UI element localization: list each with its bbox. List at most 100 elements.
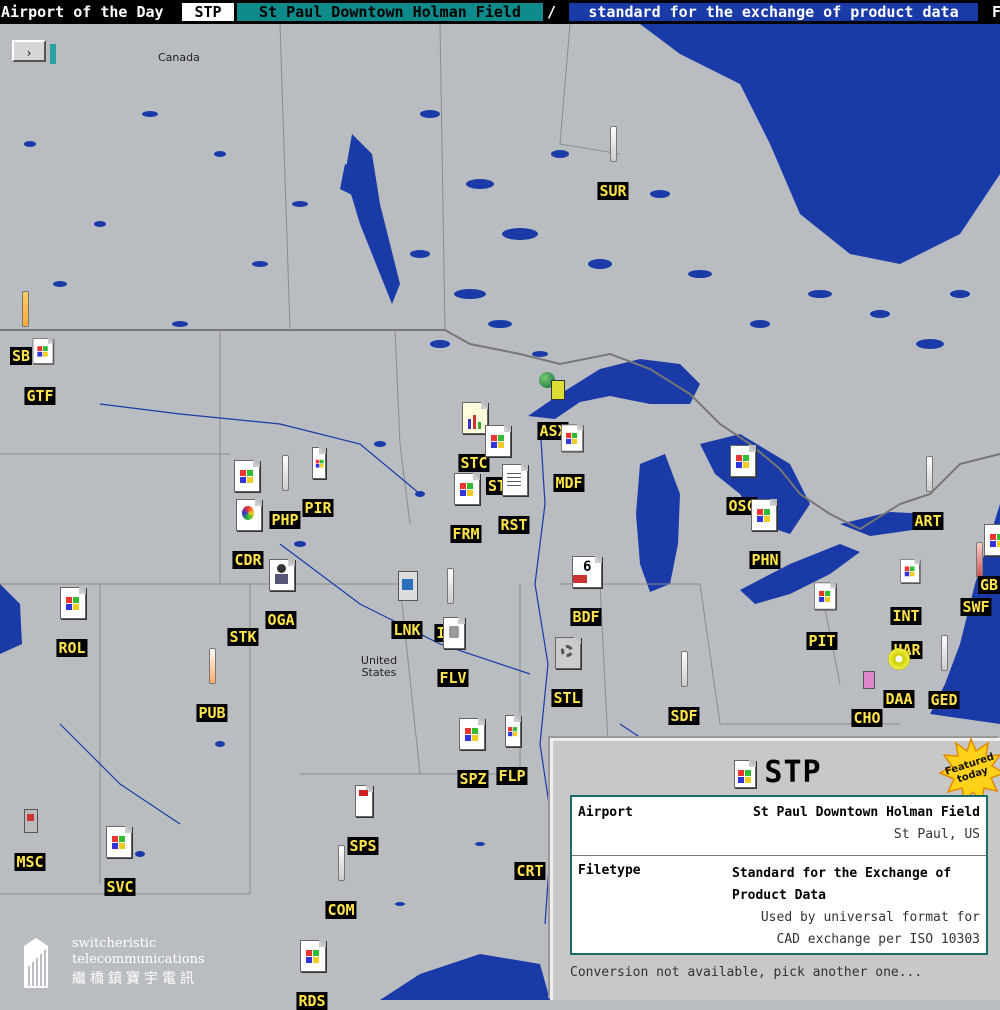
filetype-desc-line-1: Used by universal format for (760, 910, 980, 925)
disc-icon (888, 648, 910, 670)
airport-code-label[interactable]: INT (890, 607, 922, 625)
windows-file-icon (505, 715, 521, 747)
airport-code-label[interactable]: STK (227, 628, 259, 646)
airport-code-label[interactable]: RDS (296, 992, 328, 1010)
airport-code-label[interactable]: CHO (851, 709, 883, 727)
filetype-chip[interactable]: standard for the exchange of product dat… (569, 3, 978, 21)
airport-code-label[interactable]: ROL (56, 639, 88, 657)
filetype-desc-line-2: CAD exchange per ISO 10303 (776, 932, 981, 947)
windows-file-icon (32, 338, 54, 364)
airport-of-the-day-title: Airport of the Day (1, 3, 164, 21)
airport-code-label[interactable]: MSC (14, 853, 46, 871)
thin-file-icon (976, 542, 983, 578)
filetype-label: Filetype (578, 863, 641, 878)
airport-code-label[interactable]: DAA (883, 690, 915, 708)
file-icon (734, 759, 757, 788)
airport-code-label[interactable]: PIR (302, 499, 334, 517)
font-file-icon: 6 (572, 556, 602, 588)
windows-file-icon (751, 499, 777, 531)
collapse-panel-button[interactable]: › (12, 40, 56, 64)
airport-name-chip[interactable]: St Paul Downtown Holman Field (237, 3, 543, 21)
windows-file-icon (459, 718, 485, 750)
thin-file-icon (312, 447, 326, 479)
thin-file-icon (338, 845, 345, 881)
airport-code-label[interactable]: STL (551, 689, 583, 707)
windows-file-icon (454, 473, 480, 505)
airport-code-label[interactable]: GB (978, 576, 1000, 594)
airport-code-label[interactable]: FLP (496, 767, 528, 785)
person-file-icon (269, 559, 295, 591)
airport-code-label[interactable]: MDF (553, 474, 585, 492)
thin-file-icon (447, 568, 454, 604)
text-file-icon (502, 464, 528, 496)
conversion-status-text: Conversion not available, pick another o… (570, 965, 923, 980)
airport-code-label[interactable]: PUB (196, 704, 228, 722)
airport-info-panel: STP Featured today Airport St Paul Downt… (550, 737, 1000, 1000)
media-file-icon (443, 617, 465, 649)
airport-details-box: Airport St Paul Downtown Holman Field St… (570, 795, 988, 955)
united-states-label: United States (360, 654, 398, 679)
windows-file-icon (234, 460, 260, 492)
airport-code-label[interactable]: SWF (960, 598, 992, 616)
airport-code-label[interactable]: FLV (437, 669, 469, 687)
airport-code-label[interactable]: SVC (104, 878, 136, 896)
airport-code-label[interactable]: FRM (450, 525, 482, 543)
canada-label: Canada (158, 51, 200, 64)
airport-code-label[interactable]: CDR (232, 551, 264, 569)
windows-file-icon (485, 425, 511, 457)
red-file-icon (355, 785, 373, 817)
balloon-file-icon (236, 499, 262, 531)
tool-file-icon (24, 809, 38, 833)
windows-file-icon (300, 940, 326, 972)
airport-code-label[interactable]: OGA (265, 611, 297, 629)
airport-code-label[interactable]: GED (928, 691, 960, 709)
filetype-value-line-1: Standard for the Exchange of (732, 866, 952, 881)
thin-file-icon (22, 291, 29, 327)
thin-file-icon (941, 635, 948, 671)
thin-file-icon (282, 455, 289, 491)
airport-code-chip[interactable]: STP (182, 3, 234, 21)
thin-file-icon (926, 456, 933, 492)
thin-file-icon (681, 651, 688, 687)
windows-file-icon (984, 524, 1000, 556)
airport-code-label[interactable]: PHP (269, 511, 301, 529)
airport-code-label[interactable]: PHN (749, 551, 781, 569)
airport-code-label[interactable]: SPZ (457, 770, 489, 788)
thin-file-icon (209, 648, 216, 684)
windows-file-icon (106, 826, 132, 858)
airport-location-value: St Paul, US (893, 827, 980, 842)
windows-file-icon (560, 424, 584, 452)
shortcut-file-icon (398, 571, 418, 601)
gear-file-icon (555, 637, 581, 669)
windows-file-icon (900, 559, 920, 583)
ticker-overflow-text: F (992, 3, 1000, 21)
logo-line-2: telecommunications (72, 952, 205, 967)
company-logo: switcheristic telecommunications 繼橋鎮寶宇電訊 (16, 934, 246, 990)
logo-cjk-text: 繼橋鎮寶宇電訊 (72, 971, 198, 987)
airport-code-label[interactable]: SUR (597, 182, 629, 200)
filetype-value-line-2: Product Data (732, 888, 826, 903)
windows-file-icon (813, 582, 837, 610)
top-ticker-bar: Airport of the Day STP St Paul Downtown … (0, 0, 1000, 24)
panel-airport-code: STP (764, 755, 822, 790)
airport-code-label[interactable]: ART (912, 512, 944, 530)
windows-file-icon (60, 587, 86, 619)
separator: / (547, 3, 557, 21)
thin-file-icon (610, 126, 617, 162)
airport-code-label[interactable]: COM (325, 901, 357, 919)
airport-label: Airport (578, 805, 633, 820)
airport-code-label[interactable]: RST (498, 516, 530, 534)
airport-code-label[interactable]: SB (10, 347, 33, 365)
airport-code-label[interactable]: SDF (668, 707, 700, 725)
airport-code-label[interactable]: CRT (514, 862, 546, 880)
globe-user-icon (539, 372, 569, 402)
airport-code-label[interactable]: PIT (806, 632, 838, 650)
airport-code-label[interactable]: SPS (347, 837, 379, 855)
building-logo-icon (24, 938, 48, 988)
divider (572, 855, 986, 856)
airport-code-label[interactable]: BDF (570, 608, 602, 626)
windows-file-icon (730, 445, 756, 477)
airport-code-label[interactable]: GTF (24, 387, 56, 405)
logo-line-1: switcheristic (72, 936, 157, 951)
airport-code-label[interactable]: LNK (391, 621, 423, 639)
